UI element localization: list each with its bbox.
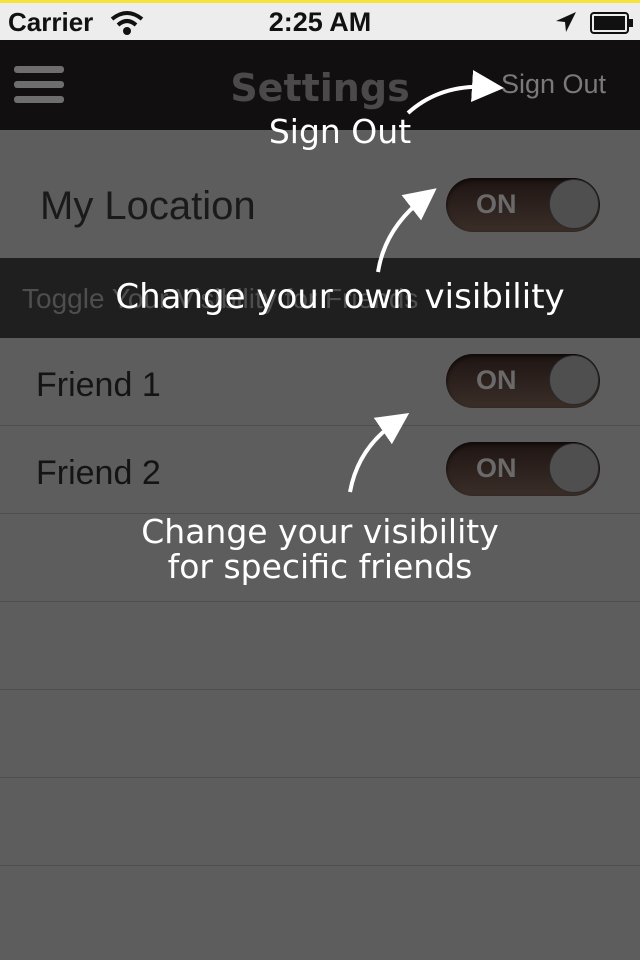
sign-out-arrow: [406, 70, 504, 115]
own-visibility-arrow: [376, 188, 437, 273]
tip-own-visibility: Change your own visibility: [115, 277, 565, 317]
tip-friends-visibility-line1: Change your visibility: [141, 512, 499, 551]
tip-sign-out: Sign Out: [268, 112, 412, 151]
tip-friends-visibility-line2: for specific friends: [167, 547, 473, 586]
friends-visibility-arrow: [348, 412, 410, 493]
tip-friends-visibility: Change your visibility for specific frie…: [110, 514, 530, 584]
